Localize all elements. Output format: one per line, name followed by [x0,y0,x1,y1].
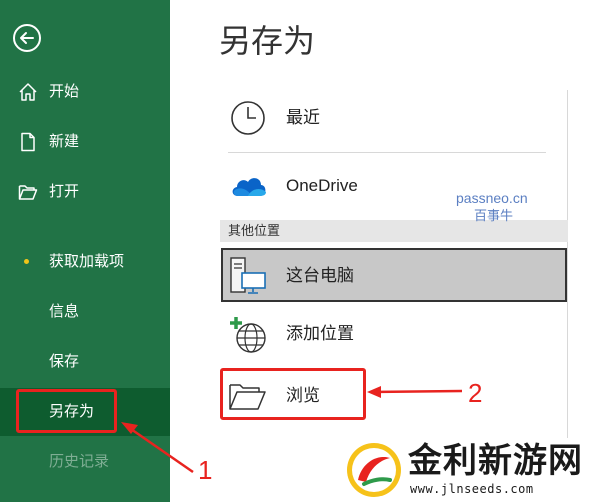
callout-number-1: 1 [198,455,213,485]
arrow-to-browse [367,386,463,398]
callout-number-2: 2 [468,378,483,408]
site-logo: 金利新游网 www.jlnseeds.com [340,438,591,502]
annotation-arrows [121,386,463,474]
logo-text: 金利新游网 [408,441,583,481]
logo-url: www.jlnseeds.com [410,482,534,496]
logo-badge-icon [347,443,401,497]
arrow-to-save-as [121,422,194,474]
